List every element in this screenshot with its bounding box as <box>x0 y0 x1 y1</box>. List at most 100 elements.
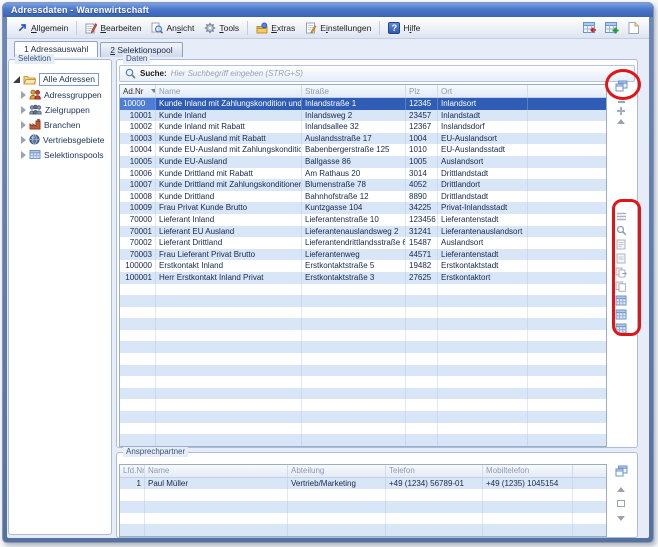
tree-item-vertriebsgebiete[interactable]: Vertriebsgebiete <box>13 132 109 147</box>
column-header-adnr[interactable]: Ad.Nr <box>120 85 156 97</box>
address-row[interactable]: 100000 Erstkontakt Inland Erstkontaktstr… <box>120 260 606 272</box>
column-header-lfdnr[interactable]: Lfd.Nr. <box>120 465 145 477</box>
address-row[interactable]: 10009 Frau Privat Kunde Brutto Kuntzgass… <box>120 202 606 214</box>
address-row[interactable]: 10001 Kunde Inland Inlandsweg 2 23457 In… <box>120 110 606 122</box>
address-row[interactable] <box>120 365 606 377</box>
address-row[interactable] <box>120 284 606 296</box>
copy-arrow-icon[interactable] <box>614 266 628 279</box>
address-row[interactable] <box>120 411 606 423</box>
address-row[interactable] <box>120 353 606 365</box>
tree-item-alle-adressen[interactable]: Alle Adressen <box>13 72 109 87</box>
table-view-icon[interactable] <box>614 308 628 321</box>
ansprechpartner-grid-wrap: Lfd.Nr. Name Abteilung Telefon Mobiltele… <box>119 464 635 537</box>
tree-item-branchen[interactable]: Branchen <box>13 117 109 132</box>
scroll-thumb-icon[interactable] <box>614 497 628 510</box>
address-row[interactable] <box>120 307 606 319</box>
menu-allgemein[interactable]: Allgemein <box>12 20 73 35</box>
contact-row[interactable] <box>120 501 606 513</box>
document-icon[interactable] <box>614 252 628 265</box>
address-row[interactable] <box>120 318 606 330</box>
column-header-mobiltelefon[interactable]: Mobiltelefon <box>483 465 573 477</box>
view-magnifier-icon <box>151 22 163 34</box>
address-row[interactable]: 10005 Kunde EU-Ausland Ballgasse 86 1005… <box>120 156 606 168</box>
table-export-icon[interactable] <box>580 19 598 36</box>
collapsed-arrow-icon[interactable] <box>21 151 26 159</box>
contact-row[interactable] <box>120 513 606 525</box>
column-header-name[interactable]: Name <box>156 85 302 97</box>
new-document-icon[interactable] <box>624 19 642 36</box>
scroll-up-icon[interactable] <box>614 483 628 496</box>
column-header-empty <box>528 85 606 97</box>
daten-grid-body: 10000 Kunde Inland mit Zahlungskondition… <box>120 98 606 446</box>
collapsed-arrow-icon[interactable] <box>21 106 26 114</box>
menubar-right-icons <box>580 19 644 36</box>
menu-tools[interactable]: Tools <box>199 20 244 36</box>
address-row[interactable]: 70001 Lieferant EU Ausland Lieferantenau… <box>120 226 606 238</box>
address-row[interactable]: 10000 Kunde Inland mit Zahlungskondition… <box>120 98 606 110</box>
expanded-arrow-icon[interactable] <box>13 76 20 83</box>
copy-icon[interactable] <box>614 280 628 293</box>
column-chooser-icon[interactable] <box>614 79 628 92</box>
collapsed-arrow-icon[interactable] <box>21 91 26 99</box>
tree-item-adressgruppen[interactable]: Adressgruppen <box>13 87 109 102</box>
column-header-empty <box>573 465 606 477</box>
menu-extras[interactable]: Extras <box>251 20 300 36</box>
tree-item-selektionspools[interactable]: Selektionspools <box>13 147 109 162</box>
pool-table-icon <box>29 149 41 160</box>
menu-ansicht[interactable]: Ansicht <box>146 20 199 36</box>
search-input[interactable] <box>171 69 629 78</box>
collapsed-arrow-icon[interactable] <box>21 136 26 144</box>
tree-item-zielgruppen[interactable]: Zielgruppen <box>13 102 109 117</box>
address-row[interactable]: 70000 Lieferant Inland Lieferantenstraße… <box>120 214 606 226</box>
column-header-strasse[interactable]: Straße <box>302 85 406 97</box>
document-lines-icon[interactable] <box>614 238 628 251</box>
column-header-telefon[interactable]: Telefon <box>386 465 483 477</box>
table-view-icon[interactable] <box>614 322 628 335</box>
address-row[interactable] <box>120 434 606 446</box>
address-row[interactable]: 10008 Kunde Drittland Bahnhofstraße 12 8… <box>120 191 606 203</box>
menu-hilfe[interactable]: ? Hilfe <box>383 20 425 36</box>
column-header-abteilung[interactable]: Abteilung <box>288 465 386 477</box>
tree-item-label: Branchen <box>44 120 80 130</box>
zoom-icon[interactable] <box>614 224 628 237</box>
address-row[interactable] <box>120 388 606 400</box>
column-header-plz[interactable]: Plz <box>406 85 438 97</box>
column-header-ort[interactable]: Ort <box>438 85 528 97</box>
column-chooser-icon[interactable] <box>614 465 628 478</box>
scroll-down-icon[interactable] <box>614 512 628 525</box>
address-row[interactable] <box>120 376 606 388</box>
menu-separator <box>379 21 380 35</box>
address-row[interactable]: 70002 Lieferant Drittland Lieferantendri… <box>120 237 606 249</box>
scroll-up-icon[interactable] <box>614 115 628 128</box>
arrow-northeast-icon <box>17 22 28 33</box>
address-row[interactable]: 10004 Kunde EU-Ausland mit Zahlungskondi… <box>120 144 606 156</box>
table-view-icon[interactable] <box>614 294 628 307</box>
menu-einstellungen[interactable]: Einstellungen <box>300 20 376 36</box>
contact-row[interactable] <box>120 524 606 536</box>
table-add-icon[interactable] <box>602 19 620 36</box>
screen: Adressdaten - Warenwirtschaft Allgemein … <box>0 0 658 547</box>
title-bar[interactable]: Adressdaten - Warenwirtschaft <box>3 3 653 17</box>
menu-bar: Allgemein Bearbeiten Ansicht <box>7 17 649 39</box>
column-header-name[interactable]: Name <box>145 465 288 477</box>
address-row[interactable] <box>120 423 606 435</box>
address-row[interactable] <box>120 295 606 307</box>
address-row[interactable]: 10002 Kunde Inland mit Rabatt Inlandsall… <box>120 121 606 133</box>
address-row[interactable]: 70003 Frau Lieferant Privat Brutto Liefe… <box>120 249 606 261</box>
address-row[interactable]: 10003 Kunde EU-Ausland mit Rabatt Auslan… <box>120 133 606 145</box>
contact-row[interactable]: 1 Paul Müller Vertrieb/Marketing +49 (12… <box>120 478 606 490</box>
list-view-icon[interactable] <box>614 210 628 223</box>
address-row[interactable] <box>120 399 606 411</box>
address-row[interactable]: 10007 Kunde Drittland mit Zahlungskondit… <box>120 179 606 191</box>
selektion-tree: Alle Adressen Adressgruppen <box>9 60 111 162</box>
address-row[interactable] <box>120 330 606 342</box>
ansprechpartner-panel: Ansprechpartner Lfd.Nr. Name Abteilung T… <box>116 452 638 538</box>
search-bar: Suche: <box>119 65 635 82</box>
contact-row[interactable] <box>120 489 606 501</box>
address-row[interactable]: 10006 Kunde Drittland mit Rabatt Am Rath… <box>120 168 606 180</box>
collapsed-arrow-icon[interactable] <box>21 121 26 129</box>
address-row[interactable]: 100001 Herr Erstkontakt Inland Privat Er… <box>120 272 606 284</box>
address-row[interactable] <box>120 341 606 353</box>
industry-icon <box>29 119 41 130</box>
menu-bearbeiten[interactable]: Bearbeiten <box>80 20 146 36</box>
